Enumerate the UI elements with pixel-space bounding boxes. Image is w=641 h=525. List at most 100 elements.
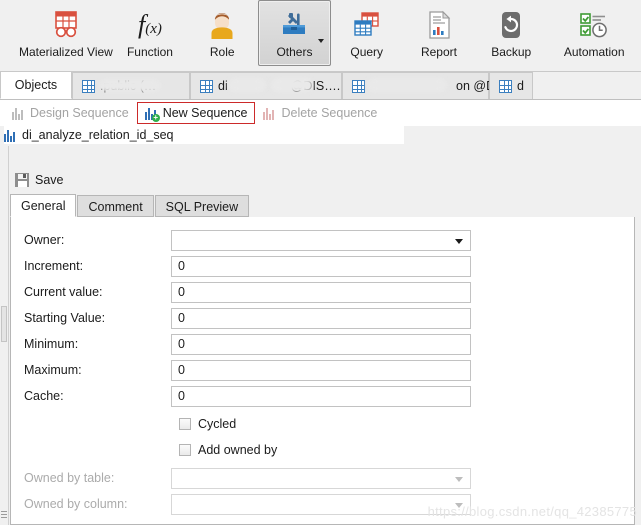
role-user-icon	[205, 8, 239, 42]
field-row-current-value: Current value: 0	[11, 279, 635, 305]
increment-label: Increment:	[24, 259, 83, 273]
ribbon-button-role[interactable]: Role	[186, 0, 258, 66]
new-sequence-button[interactable]: + New Sequence	[137, 102, 256, 124]
field-row-owned-by-column: Owned by column:	[11, 491, 635, 517]
checkbox-icon[interactable]	[179, 418, 191, 430]
tab-connection-public-label: .public (…	[100, 79, 156, 93]
document-tab-strip: Objects .public (… di @DIS…. on @DI… d	[0, 72, 641, 100]
ribbon-label-automation: Automation	[564, 45, 625, 59]
sequence-action-toolbar: Design Sequence + New Sequence Delete Se…	[0, 100, 641, 126]
tab-general[interactable]: General	[10, 194, 76, 217]
save-floppy-icon	[15, 173, 29, 187]
minimum-input[interactable]: 0	[171, 334, 471, 355]
owner-combobox[interactable]	[171, 230, 471, 251]
sequence-icon	[4, 129, 17, 142]
ribbon-button-query[interactable]: Query	[331, 0, 403, 66]
current-value-label: Current value:	[24, 285, 103, 299]
owned-by-column-combobox[interactable]	[171, 494, 471, 515]
cache-input[interactable]: 0	[171, 386, 471, 407]
field-row-cache: Cache: 0	[11, 383, 635, 409]
ribbon-button-function[interactable]: f(x) Function	[114, 0, 186, 66]
tab-overflow-label: d	[517, 79, 524, 93]
tab-connection-public[interactable]: .public (…	[72, 72, 190, 99]
cache-label: Cache:	[24, 389, 64, 403]
cycled-checkbox[interactable]: Cycled	[179, 417, 236, 431]
ribbon-label-materialized-view: Materialized View	[19, 45, 113, 59]
grid-icon	[82, 80, 95, 93]
sequence-name-label: di_analyze_relation_id_seq	[22, 128, 174, 142]
sequence-design-icon	[12, 107, 25, 120]
panel-splitter[interactable]	[0, 146, 9, 525]
ribbon-button-backup[interactable]: Backup	[475, 0, 547, 66]
backup-restore-icon	[494, 8, 528, 42]
starting-value-input[interactable]: 0	[171, 308, 471, 329]
tab-connection-di[interactable]: on @DI…	[342, 72, 489, 99]
design-sequence-label: Design Sequence	[30, 106, 129, 120]
minimum-label: Minimum:	[24, 337, 78, 351]
editor-action-bar: Save	[10, 168, 73, 192]
plus-badge-icon: +	[152, 114, 160, 122]
application-window: Materialized View f(x) Function Role	[0, 0, 641, 525]
owned-by-table-label: Owned by table:	[24, 471, 114, 485]
main-ribbon-toolbar: Materialized View f(x) Function Role	[0, 0, 641, 72]
function-fx-icon: f(x)	[133, 8, 167, 42]
add-owned-by-label: Add owned by	[198, 443, 277, 457]
field-row-starting-value: Starting Value: 0	[11, 305, 635, 331]
owned-by-table-combobox[interactable]	[171, 468, 471, 489]
chevron-down-icon[interactable]	[455, 477, 463, 482]
grid-icon	[352, 80, 365, 93]
splitter-grip-handle[interactable]	[1, 306, 7, 342]
save-button-label: Save	[35, 173, 64, 187]
toolbox-others-icon	[277, 8, 311, 42]
field-row-minimum: Minimum: 0	[11, 331, 635, 357]
ribbon-label-others: Others	[276, 45, 312, 59]
tab-overflow[interactable]: d	[489, 72, 533, 99]
minimum-value: 0	[178, 337, 185, 351]
tab-comment[interactable]: Comment	[77, 195, 153, 217]
maximum-input[interactable]: 0	[171, 360, 471, 381]
field-row-maximum: Maximum: 0	[11, 357, 635, 383]
grid-icon	[499, 80, 512, 93]
cycled-label: Cycled	[198, 417, 236, 431]
ribbon-button-materialized-view[interactable]: Materialized View	[18, 0, 114, 66]
field-row-cycled: Cycled	[11, 411, 635, 437]
editor-tab-bar: General Comment SQL Preview	[10, 195, 635, 218]
add-owned-by-checkbox[interactable]: Add owned by	[179, 443, 277, 457]
tab-di-label: di	[218, 79, 228, 93]
save-button[interactable]: Save	[10, 170, 73, 190]
field-row-add-owned-by: Add owned by	[11, 437, 635, 463]
sequence-editor-panel: Save General Comment SQL Preview Owner:	[0, 146, 641, 525]
checkbox-icon[interactable]	[179, 444, 191, 456]
general-form: Owner: Increment: 0 Current value: 0	[10, 217, 635, 525]
increment-input[interactable]: 0	[171, 256, 471, 277]
field-row-owned-by-table: Owned by table:	[11, 465, 635, 491]
new-sequence-label: New Sequence	[163, 106, 248, 120]
chevron-down-icon[interactable]	[455, 503, 463, 508]
tab-di-dis[interactable]: di @DIS….	[190, 72, 342, 99]
query-grid-icon	[350, 8, 384, 42]
tab-objects[interactable]: Objects	[0, 72, 72, 99]
chevron-down-icon[interactable]	[455, 239, 463, 244]
splitter-dots-icon	[1, 511, 7, 519]
design-sequence-button[interactable]: Design Sequence	[4, 102, 137, 124]
ribbon-label-role: Role	[210, 45, 235, 59]
delete-sequence-label: Delete Sequence	[281, 106, 377, 120]
ribbon-button-others[interactable]: Others	[258, 0, 330, 66]
delete-sequence-button[interactable]: Delete Sequence	[255, 102, 385, 124]
sequence-delete-icon	[263, 107, 276, 120]
ribbon-label-function: Function	[127, 45, 173, 59]
chevron-down-icon[interactable]	[318, 39, 324, 43]
ribbon-button-automation[interactable]: Automation	[547, 0, 641, 66]
tab-sql-preview-label: SQL Preview	[166, 200, 238, 214]
ribbon-label-report: Report	[421, 45, 457, 59]
tab-dis-label: @DIS….	[291, 79, 341, 93]
tab-general-label: General	[21, 199, 65, 213]
maximum-value: 0	[178, 363, 185, 377]
ribbon-button-report[interactable]: Report	[403, 0, 475, 66]
materialized-view-icon	[49, 8, 83, 42]
tab-redaction-blur	[367, 78, 447, 92]
sequence-list-item[interactable]: di_analyze_relation_id_seq	[4, 126, 404, 144]
current-value-input[interactable]: 0	[171, 282, 471, 303]
tab-sql-preview[interactable]: SQL Preview	[155, 195, 249, 217]
grid-icon	[200, 80, 213, 93]
